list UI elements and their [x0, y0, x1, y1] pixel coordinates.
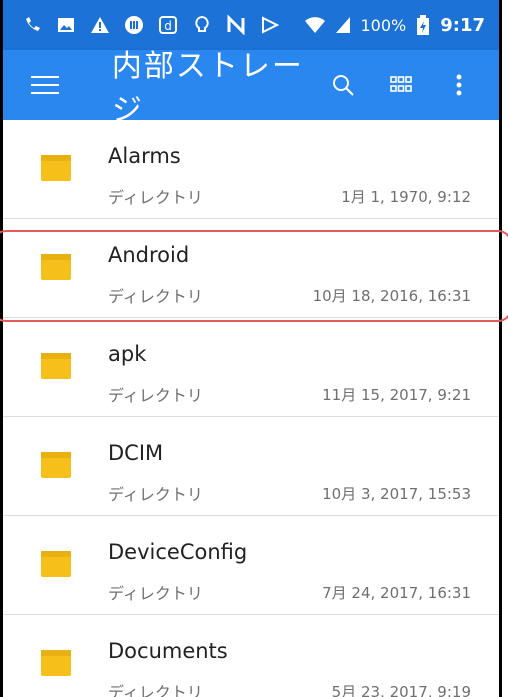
toolbar-actions: [329, 71, 499, 99]
file-type: ディレクトリ: [108, 584, 203, 603]
file-row-dcim[interactable]: DCIM ディレクトリ 10月 3, 2017, 15:53: [3, 417, 499, 516]
warning-icon: [89, 14, 111, 36]
menu-line: [31, 84, 59, 86]
nfc-icon: [225, 14, 247, 36]
file-row-deviceconfig[interactable]: DeviceConfig ディレクトリ 7月 24, 2017, 16:31: [3, 516, 499, 615]
wifi-icon: [304, 14, 326, 36]
file-row-documents[interactable]: Documents ディレクトリ 5月 23, 2017, 9:19: [3, 615, 499, 697]
file-date: 11月 15, 2017, 9:21: [322, 386, 471, 404]
menu-line: [31, 92, 59, 94]
folder-icon: [41, 254, 71, 280]
file-row-alarms[interactable]: Alarms ディレクトリ 1月 1, 1970, 9:12: [3, 120, 499, 219]
file-name: Android: [108, 243, 190, 267]
file-name: DCIM: [108, 441, 164, 465]
file-type: ディレクトリ: [108, 485, 203, 504]
file-row-android[interactable]: Android ディレクトリ 10月 18, 2016, 16:31: [3, 219, 499, 318]
clock: 9:17: [440, 14, 485, 36]
file-name: Documents: [108, 639, 228, 663]
battery-percentage: 100%: [360, 15, 407, 35]
file-list: Alarms ディレクトリ 1月 1, 1970, 9:12 Android デ…: [3, 120, 499, 697]
battery-icon: [412, 14, 434, 36]
battery-saver-icon: [123, 14, 145, 36]
play-store-icon: [259, 14, 281, 36]
file-date: 10月 18, 2016, 16:31: [312, 287, 471, 305]
file-date: 7月 24, 2017, 16:31: [322, 584, 471, 602]
menu-line: [31, 76, 59, 78]
file-type: ディレクトリ: [108, 287, 203, 306]
file-type: ディレクトリ: [108, 683, 203, 697]
wifi-calling-icon: [21, 14, 43, 36]
grid-view-icon: [390, 76, 412, 92]
image-icon: [55, 14, 77, 36]
app-frame: d 100% 9:17 内部ストレージ Alarms ディレクトリ 1月 1, …: [0, 0, 502, 697]
folder-icon: [41, 155, 71, 181]
file-name: apk: [108, 342, 147, 366]
file-type: ディレクトリ: [108, 386, 203, 405]
signal-icon: [332, 14, 354, 36]
more-vert-icon: [456, 74, 462, 96]
search-button[interactable]: [329, 71, 357, 99]
overflow-menu-button[interactable]: [445, 71, 473, 99]
folder-icon: [41, 551, 71, 577]
menu-button[interactable]: [31, 70, 70, 100]
search-icon: [333, 75, 354, 96]
folder-icon: [41, 452, 71, 478]
file-name: Alarms: [108, 144, 181, 168]
d-icon: d: [157, 14, 179, 36]
file-type: ディレクトリ: [108, 188, 203, 207]
file-row-apk[interactable]: apk ディレクトリ 11月 15, 2017, 9:21: [3, 318, 499, 417]
page-title: 内部ストレージ: [111, 49, 304, 128]
folder-icon: [41, 353, 71, 379]
bulb-icon: [191, 14, 213, 36]
notification-icons: d: [3, 14, 281, 36]
status-right: 100% 9:17: [304, 14, 499, 36]
file-date: 10月 3, 2017, 15:53: [322, 485, 471, 503]
svg-text:d: d: [164, 19, 172, 33]
file-date: 5月 23, 2017, 9:19: [331, 683, 471, 697]
file-date: 1月 1, 1970, 9:12: [341, 188, 471, 206]
folder-icon: [41, 650, 71, 676]
grid-view-button[interactable]: [387, 71, 415, 99]
app-toolbar: 内部ストレージ: [3, 49, 499, 128]
file-name: DeviceConfig: [108, 540, 248, 564]
